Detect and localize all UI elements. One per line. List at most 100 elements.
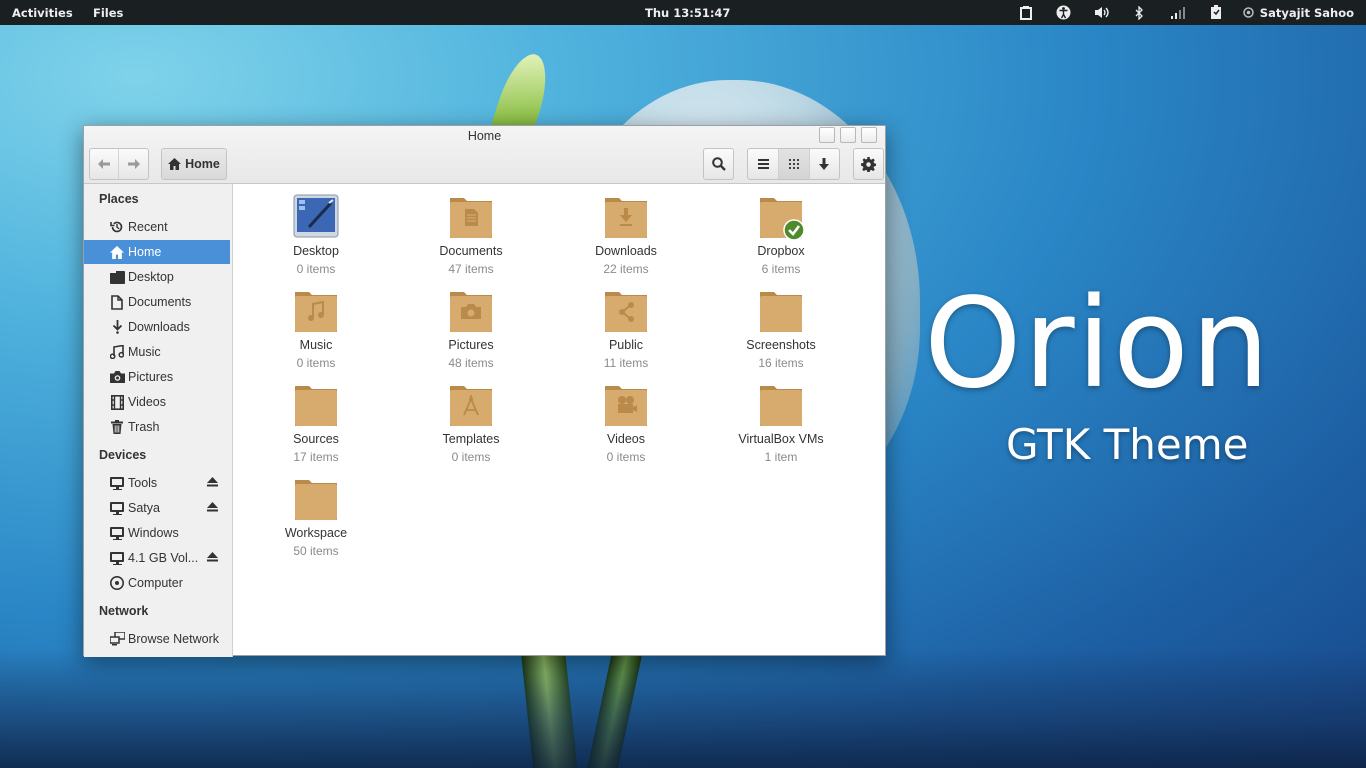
file-name: Public: [608, 338, 644, 352]
file-item-public[interactable]: Public 11 items: [566, 288, 686, 370]
gear-icon: [861, 156, 876, 172]
file-item-documents[interactable]: Documents 47 items: [411, 194, 531, 276]
files-window: Home Home Places Recent Home Desktop Doc…: [83, 125, 886, 657]
templates-folder-icon: [448, 382, 494, 428]
sidebar-item-recent[interactable]: Recent: [84, 215, 230, 239]
trash-icon: [109, 419, 125, 435]
file-item-desktop[interactable]: Desktop 0 items: [256, 194, 376, 276]
file-name: Videos: [607, 432, 645, 446]
search-icon: [711, 157, 726, 171]
sidebar-item-browse-network[interactable]: Browse Network: [84, 627, 230, 651]
eject-icon[interactable]: [207, 551, 218, 565]
wallpaper-ground: [0, 648, 1366, 768]
pictures-folder-icon: [448, 288, 494, 334]
clipboard-icon[interactable]: [1007, 3, 1045, 22]
file-item-downloads[interactable]: Downloads 22 items: [566, 194, 686, 276]
arrow-right-icon: [127, 159, 140, 169]
accessibility-icon[interactable]: [1045, 3, 1083, 22]
view-options-button[interactable]: [808, 149, 839, 179]
sidebar-item-label: Desktop: [128, 270, 174, 284]
file-item-templates[interactable]: Templates 0 items: [411, 382, 531, 464]
file-item-music[interactable]: Music 0 items: [256, 288, 376, 370]
sidebar-item-music[interactable]: Music: [84, 340, 230, 364]
arrow-left-icon: [98, 159, 110, 169]
sidebar-item-satya[interactable]: Satya: [84, 496, 230, 520]
sidebar-item-tools[interactable]: Tools: [84, 471, 230, 495]
header-bar[interactable]: Home Home: [84, 126, 885, 184]
window-title: Home: [467, 129, 502, 143]
file-item-count: 1 item: [764, 450, 798, 464]
sidebar-item-desktop[interactable]: Desktop: [84, 265, 230, 289]
sidebar-item-label: Trash: [128, 420, 160, 434]
file-name: Dropbox: [757, 244, 805, 258]
forward-button[interactable]: [119, 149, 148, 179]
harddisk-icon: [109, 575, 125, 591]
battery-icon[interactable]: [1197, 3, 1235, 22]
sidebar-network-header: Network: [99, 604, 149, 618]
file-name: Music: [299, 338, 333, 352]
signal-icon[interactable]: [1159, 3, 1197, 22]
file-name: Documents: [439, 244, 503, 258]
file-item-count: 47 items: [448, 262, 494, 276]
file-item-pictures[interactable]: Pictures 48 items: [411, 288, 531, 370]
sidebar: Places Recent Home Desktop Documents Dow…: [84, 184, 233, 657]
sidebar-item-downloads[interactable]: Downloads: [84, 315, 230, 339]
sidebar-item-pictures[interactable]: Pictures: [84, 365, 230, 389]
file-name: VirtualBox VMs: [738, 432, 824, 446]
eject-icon[interactable]: [207, 476, 218, 490]
file-item-sources[interactable]: Sources 17 items: [256, 382, 376, 464]
sidebar-item-documents[interactable]: Documents: [84, 290, 230, 314]
file-name: Screenshots: [746, 338, 816, 352]
path-bar-home-button[interactable]: Home: [161, 148, 227, 180]
sidebar-item-home[interactable]: Home: [84, 240, 230, 264]
sidebar-item-label: Documents: [128, 295, 192, 309]
music-folder-icon: [293, 288, 339, 334]
app-menu-button[interactable]: Files: [93, 6, 123, 20]
folder-icon: [758, 288, 804, 334]
sidebar-item-computer[interactable]: Computer: [84, 571, 230, 595]
file-item-videos[interactable]: Videos 0 items: [566, 382, 686, 464]
sidebar-item-label: Home: [128, 245, 162, 259]
grid-view-button[interactable]: [778, 149, 809, 179]
user-name: Satyajit Sahoo: [1259, 5, 1354, 20]
file-item-count: 0 items: [451, 450, 491, 464]
sidebar-item-volume[interactable]: 4.1 GB Vol...: [84, 546, 230, 570]
minimize-button[interactable]: [819, 127, 835, 143]
file-item-dropbox[interactable]: Dropbox 6 items: [721, 194, 841, 276]
sidebar-item-trash[interactable]: Trash: [84, 415, 230, 439]
maximize-button[interactable]: [840, 127, 856, 143]
music-icon: [109, 344, 125, 360]
activities-button[interactable]: Activities: [12, 6, 73, 20]
view-switcher: [747, 148, 840, 180]
sidebar-item-label: 4.1 GB Vol...: [128, 551, 199, 565]
sidebar-item-label: Videos: [128, 395, 166, 409]
list-icon: [757, 159, 769, 169]
file-name: Sources: [293, 432, 339, 446]
file-item-virtualbox-vms[interactable]: VirtualBox VMs 1 item: [721, 382, 841, 464]
network-icon: [109, 631, 125, 647]
eject-icon[interactable]: [207, 501, 218, 515]
sidebar-item-videos[interactable]: Videos: [84, 390, 230, 414]
sidebar-item-label: Pictures: [128, 370, 174, 384]
grid-icon: [788, 159, 799, 169]
sidebar-places-header: Places: [99, 192, 139, 206]
sidebar-item-windows[interactable]: Windows: [84, 521, 230, 545]
file-item-workspace[interactable]: Workspace 50 items: [256, 476, 376, 558]
downloads-icon: [109, 319, 125, 335]
clock[interactable]: Thu 13:51:47: [645, 6, 730, 20]
arrow-down-icon: [819, 158, 830, 170]
recent-icon: [109, 219, 125, 235]
list-view-button[interactable]: [748, 149, 778, 179]
volume-icon[interactable]: [1083, 3, 1121, 22]
search-button[interactable]: [703, 148, 734, 180]
user-menu[interactable]: Satyajit Sahoo: [1243, 6, 1354, 20]
close-button[interactable]: [861, 127, 877, 143]
bluetooth-icon[interactable]: [1121, 3, 1159, 22]
window-controls: [819, 127, 877, 143]
top-bar: Activities Files Thu 13:51:47 Satyajit S…: [0, 0, 1366, 25]
file-item-screenshots[interactable]: Screenshots 16 items: [721, 288, 841, 370]
settings-menu-button[interactable]: [853, 148, 884, 180]
wallpaper-title: Orion: [924, 272, 1272, 416]
back-button[interactable]: [90, 149, 120, 179]
drive-icon: [109, 525, 125, 541]
